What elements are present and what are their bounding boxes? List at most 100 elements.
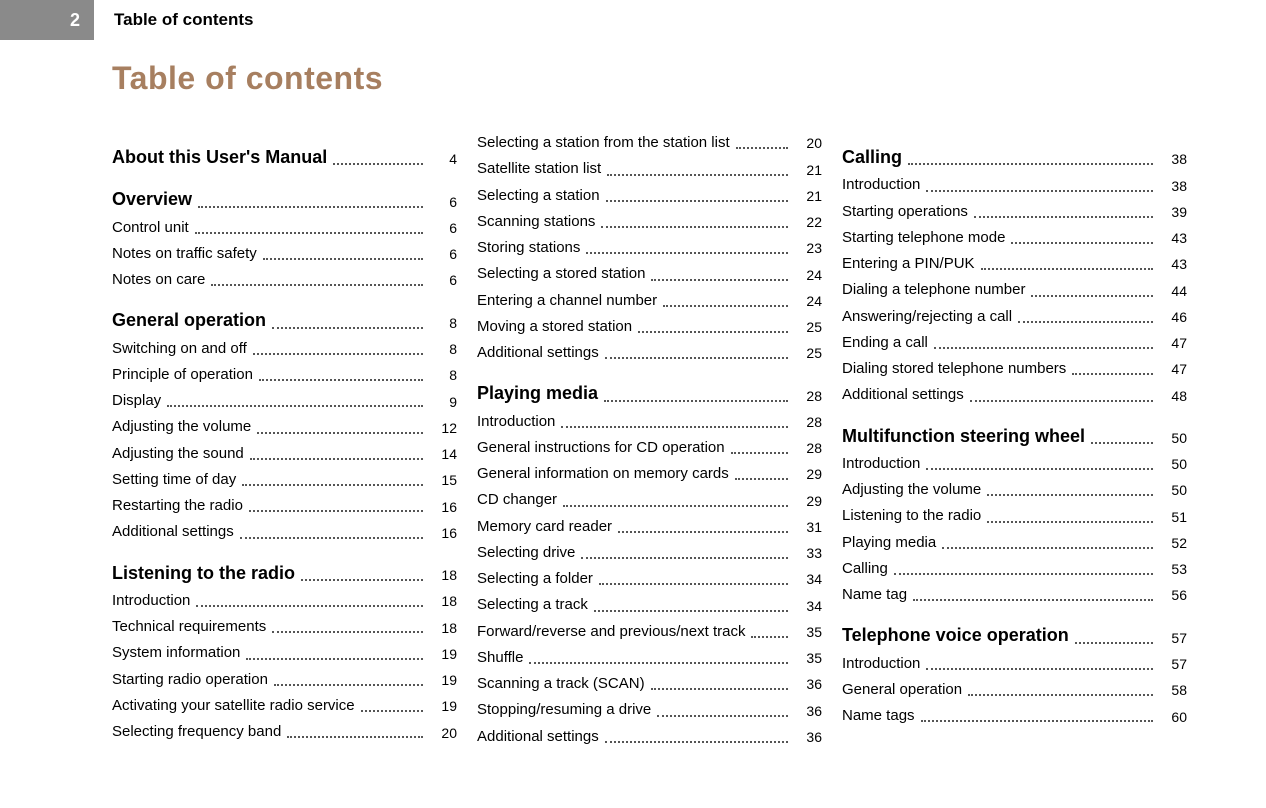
toc-entry: Satellite station list21 xyxy=(477,159,822,179)
page-number-tab: 2 xyxy=(0,0,94,40)
toc-page: 48 xyxy=(1159,387,1187,406)
leader-dots xyxy=(259,379,423,381)
leader-dots xyxy=(601,226,788,228)
toc-entry: Entering a channel number24 xyxy=(477,291,822,311)
leader-dots xyxy=(1031,295,1153,297)
toc-entry-label: Additional settings xyxy=(842,385,964,405)
toc-entry-label: Scanning a track (SCAN) xyxy=(477,674,645,694)
toc-entry-label: Introduction xyxy=(112,591,190,611)
toc-page: 18 xyxy=(429,566,457,585)
toc-entry-label: Ending a call xyxy=(842,333,928,353)
toc-page: 6 xyxy=(429,219,457,238)
toc-entry-label: Answering/rejecting a call xyxy=(842,307,1012,327)
leader-dots xyxy=(563,505,788,507)
toc-entry-label: Selecting a stored station xyxy=(477,264,645,284)
leader-dots xyxy=(249,510,423,512)
toc-entry: Starting operations39 xyxy=(842,202,1187,222)
toc-page: 4 xyxy=(429,150,457,169)
toc-entry-label: Stopping/resuming a drive xyxy=(477,700,651,720)
toc-page: 6 xyxy=(429,271,457,290)
toc-section-heading: Overview6 xyxy=(112,187,457,211)
leader-dots xyxy=(1091,442,1153,444)
toc-section-title: Calling xyxy=(842,145,902,169)
toc-page: 28 xyxy=(794,439,822,458)
toc-entry: Shuffle35 xyxy=(477,648,822,668)
toc-entry-label: Selecting frequency band xyxy=(112,722,281,742)
toc-page: 21 xyxy=(794,187,822,206)
leader-dots xyxy=(926,190,1153,192)
leader-dots xyxy=(1072,373,1153,375)
leader-dots xyxy=(246,658,423,660)
toc-entry: Introduction50 xyxy=(842,454,1187,474)
toc-entry-label: Playing media xyxy=(842,533,936,553)
toc-entry: Additional settings36 xyxy=(477,727,822,747)
toc-entry: Selecting frequency band20 xyxy=(112,722,457,742)
toc-entry-label: CD changer xyxy=(477,490,557,510)
leader-dots xyxy=(605,741,788,743)
toc-page: 8 xyxy=(429,366,457,385)
toc-entry-label: Additional settings xyxy=(477,727,599,747)
toc-page: 34 xyxy=(794,570,822,589)
leader-dots xyxy=(987,494,1153,496)
toc-page: 34 xyxy=(794,597,822,616)
toc-page: 12 xyxy=(429,419,457,438)
toc-column: About this User's Manual4Overview6Contro… xyxy=(112,127,457,747)
toc-entry: Name tag56 xyxy=(842,585,1187,605)
leader-dots xyxy=(581,557,788,559)
toc-page: 31 xyxy=(794,518,822,537)
toc-entry-label: System information xyxy=(112,643,240,663)
toc-entry: Forward/reverse and previous/next track3… xyxy=(477,622,822,642)
leader-dots xyxy=(908,163,1153,165)
leader-dots xyxy=(594,610,788,612)
toc-entry: Notes on care6 xyxy=(112,270,457,290)
toc-entry-label: Adjusting the volume xyxy=(842,480,981,500)
leader-dots xyxy=(657,715,788,717)
toc-entry-label: Listening to the radio xyxy=(842,506,981,526)
toc-entry-label: Notes on traffic safety xyxy=(112,244,257,264)
leader-dots xyxy=(253,353,423,355)
toc-page: 46 xyxy=(1159,308,1187,327)
toc-entry: Introduction57 xyxy=(842,654,1187,674)
toc-section-title: Playing media xyxy=(477,381,598,405)
toc-entry: Selecting a stored station24 xyxy=(477,264,822,284)
toc-entry: Moving a stored station25 xyxy=(477,317,822,337)
leader-dots xyxy=(272,327,423,329)
toc-entry-label: Switching on and off xyxy=(112,339,247,359)
toc-entry: Restarting the radio16 xyxy=(112,496,457,516)
leader-dots xyxy=(242,484,423,486)
toc-entry: Setting time of day15 xyxy=(112,470,457,490)
toc-entry-label: Control unit xyxy=(112,218,189,238)
toc-entry-label: Additional settings xyxy=(112,522,234,542)
leader-dots xyxy=(604,400,788,402)
toc-entry-label: Entering a channel number xyxy=(477,291,657,311)
leader-dots xyxy=(751,636,788,638)
toc-page: 19 xyxy=(429,671,457,690)
toc-page: 9 xyxy=(429,393,457,412)
toc-page: 29 xyxy=(794,492,822,511)
toc-entry: Selecting a station 21 xyxy=(477,186,822,206)
toc-entry-label: Shuffle xyxy=(477,648,523,668)
toc-page: 43 xyxy=(1159,229,1187,248)
leader-dots xyxy=(257,432,423,434)
toc-page: 6 xyxy=(429,245,457,264)
toc-entry: Selecting a folder34 xyxy=(477,569,822,589)
toc-entry: Additional settings25 xyxy=(477,343,822,363)
leader-dots xyxy=(1075,642,1153,644)
toc-entry-label: Adjusting the sound xyxy=(112,444,244,464)
toc-entry-label: General information on memory cards xyxy=(477,464,729,484)
toc-page: 38 xyxy=(1159,150,1187,169)
toc-entry: Notes on traffic safety 6 xyxy=(112,244,457,264)
toc-page: 52 xyxy=(1159,534,1187,553)
toc-entry: Scanning stations22 xyxy=(477,212,822,232)
toc-entry-label: Selecting a track xyxy=(477,595,588,615)
toc-page: 33 xyxy=(794,544,822,563)
toc-entry: Scanning a track (SCAN)36 xyxy=(477,674,822,694)
toc-entry: Technical requirements18 xyxy=(112,617,457,637)
toc-entry-label: Selecting a station xyxy=(477,186,600,206)
toc-section-title: Multifunction steering wheel xyxy=(842,424,1085,448)
toc-entry: Display9 xyxy=(112,391,457,411)
toc-entry: Control unit 6 xyxy=(112,218,457,238)
leader-dots xyxy=(250,458,423,460)
leader-dots xyxy=(240,537,423,539)
toc-page: 19 xyxy=(429,645,457,664)
